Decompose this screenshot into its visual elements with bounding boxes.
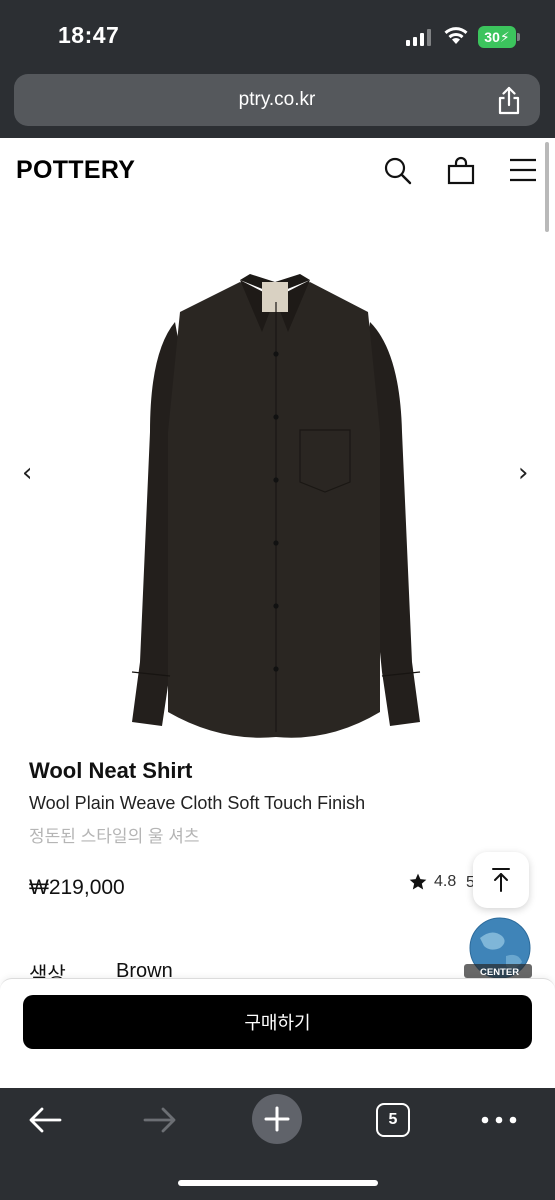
carousel-prev-button[interactable]: ‹ (22, 458, 32, 488)
arrow-up-icon (492, 868, 510, 892)
web-page: POTTERY ‹ › Wool Neat Shirt Wool Plain W… (0, 138, 555, 1088)
product-info: Wool Neat Shirt Wool Plain Weave Cloth S… (29, 758, 529, 847)
product-subtitle: Wool Plain Weave Cloth Soft Touch Finish (29, 793, 366, 813)
wifi-icon (444, 27, 468, 44)
buy-button[interactable]: 구매하기 (23, 995, 532, 1049)
shopping-bag-icon[interactable] (446, 156, 476, 186)
clock: 18:47 (58, 22, 120, 48)
star-icon (409, 873, 427, 890)
cellular-signal-icon (406, 28, 431, 46)
carousel-next-button[interactable]: › (518, 458, 528, 488)
rating-value: 4.8 (434, 873, 457, 890)
browser-toolbar: 5 (0, 1088, 555, 1200)
product-price: ₩219,000 (29, 876, 125, 899)
url-text[interactable]: ptry.co.kr (14, 89, 540, 111)
badge-text: CENTER (480, 967, 519, 978)
back-arrow-icon[interactable] (28, 1106, 62, 1134)
share-icon[interactable] (496, 86, 522, 116)
product-rating[interactable]: 4.8 (408, 872, 456, 892)
site-logo[interactable]: POTTERY (16, 156, 135, 185)
buy-panel: 구매하기 (0, 978, 555, 1088)
product-description: 정돈된 스타일의 울 셔츠 (29, 827, 200, 846)
status-bar: 18:47 30 ⚡ (0, 0, 555, 70)
address-bar[interactable]: ptry.co.kr (14, 74, 540, 126)
browser-address-area: ptry.co.kr (0, 70, 555, 138)
battery-icon: 30 ⚡ (478, 26, 516, 48)
menu-icon[interactable] (509, 158, 537, 182)
scroll-to-top-button[interactable] (473, 852, 529, 908)
site-header: POTTERY (0, 138, 555, 202)
more-options-icon[interactable] (481, 1116, 517, 1124)
product-image (131, 274, 421, 738)
battery-level: 30 (484, 29, 500, 45)
home-indicator (178, 1180, 378, 1186)
plus-icon (264, 1106, 290, 1132)
forward-arrow-icon[interactable] (143, 1106, 177, 1134)
shirt-illustration (131, 274, 421, 738)
new-tab-button[interactable] (252, 1094, 302, 1144)
battery-tip (517, 33, 520, 41)
search-icon[interactable] (383, 156, 413, 186)
tabs-button[interactable]: 5 (376, 1103, 410, 1137)
product-name: Wool Neat Shirt (29, 758, 193, 783)
